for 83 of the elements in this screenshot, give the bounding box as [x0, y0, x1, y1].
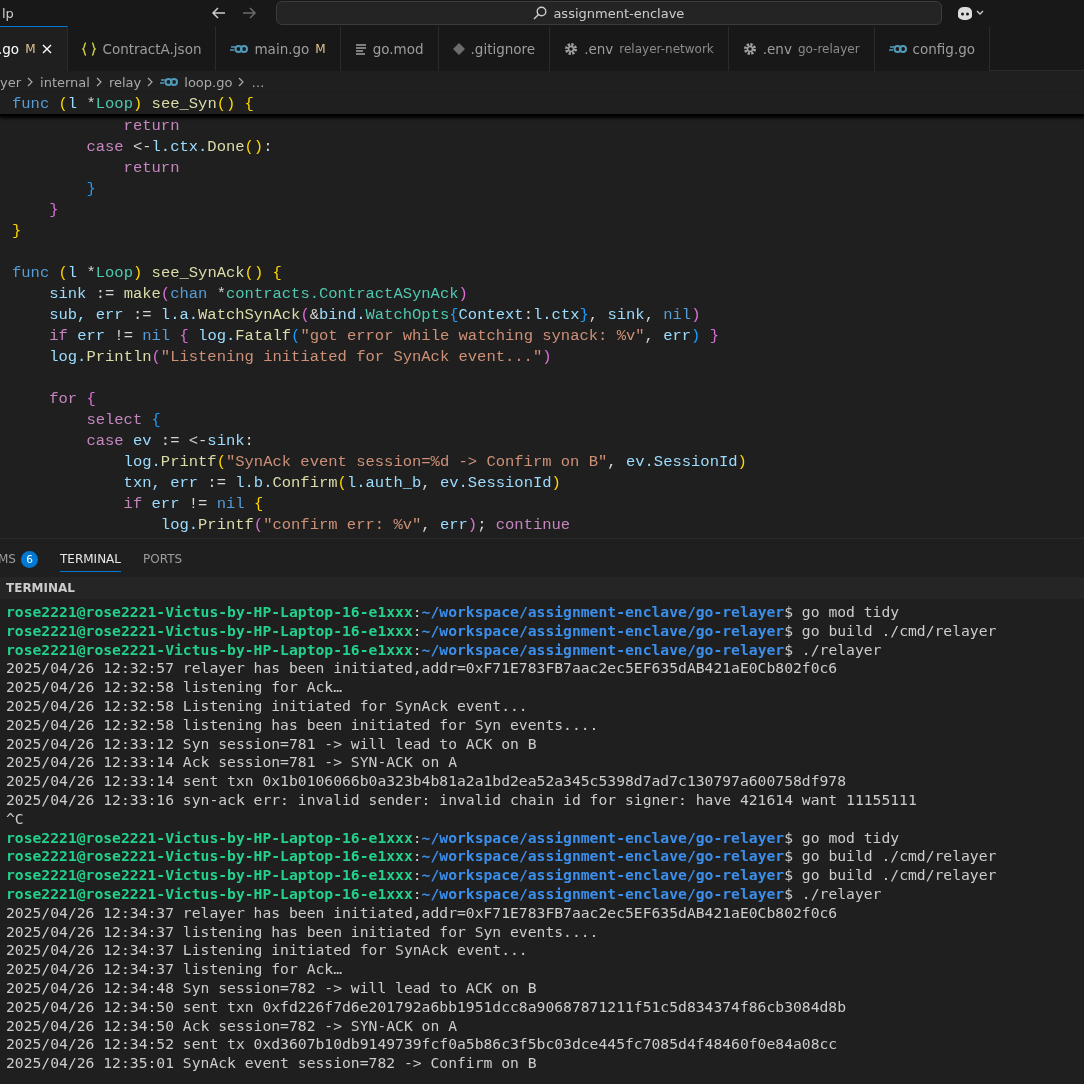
- chevron-icon: [238, 77, 246, 87]
- terminal-line: 2025/04/26 12:34:37 listening for Ack…: [6, 960, 344, 979]
- terminal-line: 2025/04/26 12:32:58 Listening initiated for SynAck event...: [6, 697, 529, 716]
- panel-tab[interactable]: TERMINAL: [60, 546, 121, 572]
- editor-tab[interactable]: go.mod: [340, 26, 439, 71]
- code-line: func (l *Loop) see_SynAck() {: [12, 263, 283, 284]
- count-badge: 6: [21, 550, 38, 568]
- terminal-line: 2025/04/26 12:35:01 SynAck event session=782 -> Confirm on B: [6, 1054, 538, 1073]
- terminal-line: 2025/04/26 12:32:58 listening for Ack…: [6, 678, 344, 697]
- terminal-line: 2025/04/26 12:34:50 Ack session=782 -> SYN-ACK on A: [6, 1016, 458, 1036]
- code-line: sub, err := l.a.WatchSynAck(&bind.WatchOpts{Context:l.ctx}, sink, nil): [48, 305, 702, 326]
- terminal-line: 2025/04/26 12:33:16 syn-ack err: invalid sender: invalid chain id for signer: have 421614 want 11155111: [6, 790, 918, 810]
- breadcrumb-item[interactable]: yer: [0, 74, 22, 90]
- code-line: for {: [48, 389, 97, 410]
- go-file-icon: [230, 44, 249, 54]
- lines-icon: [354, 43, 367, 55]
- code-line: log.Printf("SynAck event session=%d -> Confirm on B", ev.SessionId): [122, 452, 748, 473]
- terminal-line: ^C: [6, 809, 25, 829]
- braces-icon: [82, 42, 97, 56]
- breadcrumb-item[interactable]: …: [251, 74, 265, 90]
- terminal-line: 2025/04/26 12:34:37 Listening initiated for SynAck event...: [6, 941, 529, 961]
- code-line: }: [48, 200, 60, 221]
- copilot-icon[interactable]: [955, 5, 986, 21]
- sticky-code-line: func (l *Loop) see_Syn() {: [12, 94, 255, 114]
- terminal-line: 2025/04/26 12:34:50 sent txn 0xfd226f7d6e201792a6bb1951dcc8a90687871211f51c5d834374f86cb3084d8b: [6, 997, 848, 1017]
- editor-tab[interactable]: .env relayer-network: [550, 26, 729, 71]
- breadcrumb-item[interactable]: relay: [108, 74, 142, 90]
- code-line: if err != nil {: [122, 494, 265, 515]
- terminal-header: TERMINAL: [6, 581, 75, 595]
- editor-tab[interactable]: config.go: [874, 26, 991, 71]
- gear-icon: [564, 42, 579, 56]
- code-line: log.Printf("confirm err: %v", err); continue: [159, 515, 572, 536]
- editor-tab[interactable]: .gitignore: [438, 26, 551, 71]
- search-field[interactable]: assignment-enclave: [275, 1, 942, 25]
- diamond-icon: [452, 43, 465, 55]
- code-line: }: [12, 221, 23, 242]
- go-file-icon: [160, 77, 179, 87]
- chevron-icon: [27, 77, 35, 87]
- chevron-icon: [147, 77, 155, 87]
- modified-label: M: [25, 42, 36, 56]
- code-line: sink := make(chan *contracts.ContractASynAck): [48, 284, 469, 305]
- breadcrumb-item[interactable]: loop.go: [184, 74, 233, 90]
- go-file-icon: [888, 44, 907, 54]
- code-line: case <-l.ctx.Done():: [85, 137, 274, 158]
- code-line: case ev := <-sink:: [85, 431, 255, 452]
- editor-tab[interactable]: main.go M: [216, 26, 341, 71]
- menu-item[interactable]: lp: [2, 5, 14, 21]
- terminal-line: 2025/04/26 12:33:12 Syn session=781 -> will lead to ACK on B: [6, 734, 538, 754]
- terminal-line: rose2221@rose2221-Victus-by-HP-Laptop-16-e1xxx:~/workspace/assignment-enclave/go-relayer$ go mod tidy: [6, 603, 901, 622]
- terminal-line: 2025/04/26 12:34:37 listening has been initiated for Syn events....: [6, 922, 600, 942]
- terminal-line: rose2221@rose2221-Victus-by-HP-Laptop-16-e1xxx:~/workspace/assignment-enclave/go-relayer$ ./relayer: [6, 884, 883, 904]
- code-line: return: [122, 116, 181, 137]
- code-line: return: [122, 158, 181, 179]
- modified-label: M: [315, 42, 326, 56]
- close-icon[interactable]: [41, 43, 54, 55]
- editor-tab[interactable]: .go M: [0, 26, 69, 71]
- terminal-line: rose2221@rose2221-Victus-by-HP-Laptop-16-e1xxx:~/workspace/assignment-enclave/go-relayer$ ./relayer: [6, 640, 883, 660]
- code-line: }: [85, 179, 97, 200]
- editor-tab[interactable]: ContractA.json: [68, 26, 217, 71]
- tab-description: relayer-network: [619, 42, 714, 56]
- panel-tab[interactable]: MS 6: [0, 544, 38, 574]
- tab-description: go-relayer: [797, 42, 860, 56]
- code-line: if err != nil { log.Fatalf("got error while watching synack: %v", err) }: [48, 326, 720, 347]
- terminal-line: rose2221@rose2221-Victus-by-HP-Laptop-16-e1xxx:~/workspace/assignment-enclave/go-relayer$ go build ./cmd/relayer: [6, 847, 998, 867]
- terminal-line: 2025/04/26 12:32:58 listening has been initiated for Syn events....: [6, 715, 600, 735]
- terminal-line: 2025/04/26 12:34:37 relayer has been initiated,addr=0xF71E783FB7aac2ec5EF635dAB421aE0Cb802f0c6: [6, 903, 839, 923]
- terminal-line: 2025/04/26 12:34:48 Syn session=782 -> will lead to ACK on B: [6, 978, 538, 998]
- editor-tab[interactable]: .env go-relayer: [728, 26, 875, 71]
- terminal-line: rose2221@rose2221-Victus-by-HP-Laptop-16-e1xxx:~/workspace/assignment-enclave/go-relayer$ go build ./cmd/relayer: [6, 866, 998, 885]
- search-icon: [533, 6, 548, 20]
- terminal-line: 2025/04/26 12:34:52 sent tx 0xd3607b10db9149739fcf0a5b86c3f5bc03dce445fc7085d4f48460f0e84a08cc: [6, 1035, 839, 1055]
- code-line: txn, err := l.b.Confirm(l.auth_b, ev.SessionId): [122, 473, 562, 494]
- code-line: log.Println("Listening initiated for SynAck event..."): [48, 347, 553, 368]
- terminal-line: rose2221@rose2221-Victus-by-HP-Laptop-16-e1xxx:~/workspace/assignment-enclave/go-relayer$ go mod tidy: [6, 828, 901, 848]
- code-line: select {: [85, 410, 162, 431]
- terminal-line: 2025/04/26 12:32:57 relayer has been initiated,addr=0xF71E783FB7aac2ec5EF635dAB421aE0Cb802f0c6: [6, 659, 839, 679]
- terminal-line: rose2221@rose2221-Victus-by-HP-Laptop-16-e1xxx:~/workspace/assignment-enclave/go-relayer$ go build ./cmd/relayer: [6, 621, 998, 641]
- terminal-line: 2025/04/26 12:33:14 Ack session=781 -> SYN-ACK on A: [6, 753, 458, 773]
- chevron-icon: [95, 77, 103, 87]
- gear-icon: [742, 42, 757, 56]
- terminal-line: 2025/04/26 12:33:14 sent txn 0x1b0106066b0a323b4b81a2a1bd2ea52a345c5398d7ad7c130797a600758df978: [6, 772, 848, 791]
- breadcrumb-item[interactable]: internal: [40, 74, 90, 90]
- panel-tab[interactable]: PORTS: [143, 546, 183, 572]
